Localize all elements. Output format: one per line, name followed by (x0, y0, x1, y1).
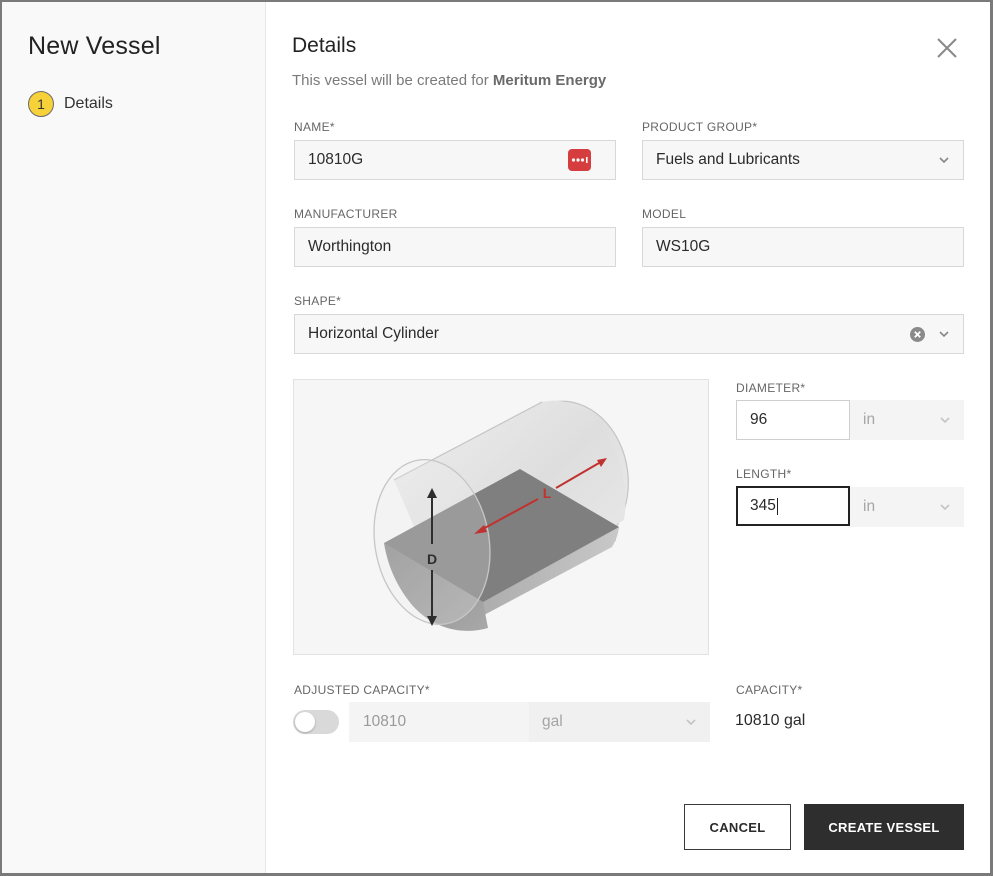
create-vessel-button[interactable]: CREATE VESSEL (804, 804, 964, 850)
shape-label: SHAPE* (294, 294, 342, 308)
model-value: WS10G (656, 238, 711, 255)
section-subtitle: This vessel will be created for Meritum … (292, 72, 606, 89)
section-title: Details (292, 34, 357, 57)
capacity-label: CAPACITY* (736, 683, 803, 697)
length-marker: L (543, 485, 552, 501)
model-input[interactable]: WS10G (642, 227, 964, 267)
sidebar: New Vessel 1 Details (2, 2, 266, 873)
chevron-down-icon (939, 157, 949, 164)
product-group-label: PRODUCT GROUP* (642, 120, 758, 134)
chevron-down-icon (940, 504, 950, 511)
diameter-marker: D (427, 551, 437, 567)
toggle-knob (295, 712, 315, 732)
company-name: Meritum Energy (492, 72, 607, 89)
diameter-unit-select[interactable]: in (850, 400, 964, 440)
chevron-down-icon (940, 417, 950, 424)
chevron-down-icon (686, 719, 696, 726)
main-panel: Details This vessel will be created for … (266, 2, 990, 873)
length-label: LENGTH* (736, 467, 792, 481)
shape-select[interactable]: Horizontal Cylinder (294, 314, 964, 354)
product-group-value: Fuels and Lubricants (656, 151, 800, 168)
text-cursor (776, 497, 778, 515)
close-button[interactable] (934, 35, 960, 61)
diameter-label: DIAMETER* (736, 381, 806, 395)
close-icon (937, 38, 957, 58)
step-details[interactable]: 1 Details (28, 91, 113, 117)
manufacturer-value: Worthington (308, 238, 392, 255)
subtitle-text: This vessel will be created for (292, 72, 493, 89)
adjusted-capacity-toggle[interactable] (293, 710, 339, 734)
name-input[interactable]: 10810G (294, 140, 616, 180)
name-label: NAME* (294, 120, 335, 134)
shape-diagram: D L (293, 379, 709, 655)
adjusted-capacity-unit-value: gal (542, 713, 563, 730)
password-manager-icon[interactable] (568, 149, 591, 171)
capacity-value: 10810 gal (735, 712, 806, 729)
diameter-unit-value: in (863, 411, 876, 428)
shape-value: Horizontal Cylinder (308, 325, 439, 342)
cancel-button[interactable]: CANCEL (684, 804, 791, 850)
length-unit-select[interactable]: in (850, 487, 964, 527)
adjusted-capacity-input[interactable]: 10810 (349, 702, 529, 742)
length-input[interactable]: 345 (736, 486, 850, 526)
clear-icon[interactable] (910, 327, 925, 342)
diameter-value: 96 (750, 411, 768, 428)
step-number-badge: 1 (28, 91, 54, 117)
manufacturer-label: MANUFACTURER (294, 207, 398, 221)
step-label: Details (64, 95, 113, 112)
product-group-select[interactable]: Fuels and Lubricants (642, 140, 964, 180)
name-value: 10810G (308, 151, 364, 168)
adjusted-capacity-unit-select[interactable]: gal (529, 702, 710, 742)
horizontal-cylinder-illustration: D L (373, 400, 629, 631)
chevron-down-icon (939, 331, 949, 338)
length-unit-value: in (863, 498, 876, 515)
length-value: 345 (750, 497, 776, 514)
adjusted-capacity-label: ADJUSTED CAPACITY* (294, 683, 430, 697)
new-vessel-dialog: New Vessel 1 Details Details This vessel… (0, 0, 993, 876)
adjusted-capacity-value: 10810 (363, 713, 407, 730)
dialog-title: New Vessel (28, 32, 161, 60)
diameter-input[interactable]: 96 (736, 400, 850, 440)
manufacturer-input[interactable]: Worthington (294, 227, 616, 267)
model-label: MODEL (642, 207, 687, 221)
